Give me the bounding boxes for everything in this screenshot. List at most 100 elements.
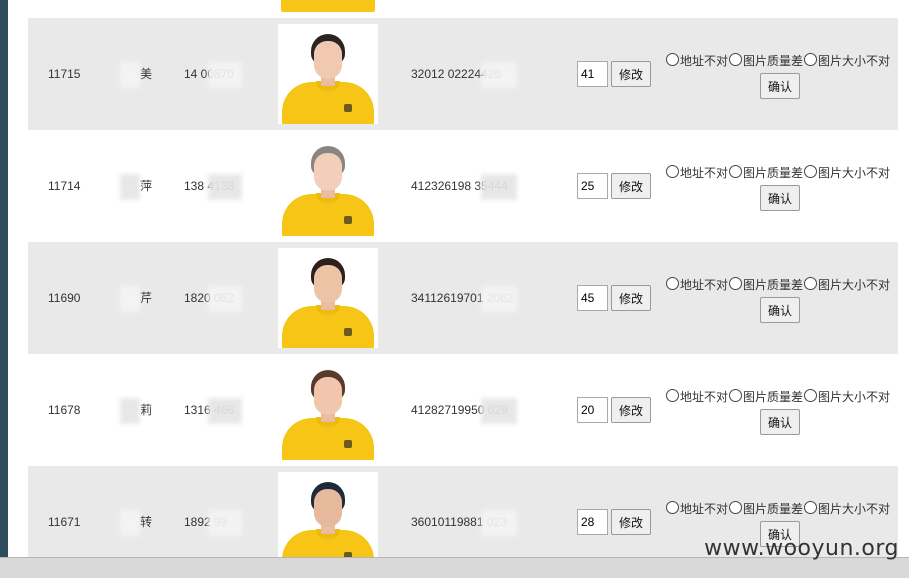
redaction-mask bbox=[208, 398, 242, 424]
radio-icon[interactable] bbox=[804, 501, 818, 514]
option-address-wrong[interactable]: 地址不对 bbox=[666, 164, 728, 181]
reject-reason-options: 地址不对 图片质量差 图片大小不对 bbox=[666, 164, 891, 181]
person-name: 莉 bbox=[120, 354, 160, 466]
person-name: 萍 bbox=[120, 130, 160, 242]
score-input[interactable] bbox=[577, 397, 608, 423]
radio-icon[interactable] bbox=[804, 53, 818, 66]
confirm-cell: 确认 bbox=[760, 185, 801, 211]
table-row: 11678 莉 1316 466 41282719950 029 bbox=[28, 354, 898, 466]
edit-cell: 修改 bbox=[611, 61, 652, 87]
redaction-mask bbox=[120, 174, 140, 200]
radio-icon[interactable] bbox=[804, 277, 818, 290]
person-portrait bbox=[278, 360, 378, 460]
option-poor-quality[interactable]: 图片质量差 bbox=[729, 52, 803, 69]
person-name: 美 bbox=[120, 18, 160, 130]
staff-photo bbox=[278, 24, 378, 124]
person-portrait bbox=[278, 248, 378, 348]
radio-icon[interactable] bbox=[729, 53, 743, 66]
edit-button[interactable]: 修改 bbox=[611, 173, 652, 199]
uniform-logo-icon bbox=[344, 216, 352, 224]
confirm-button[interactable]: 确认 bbox=[760, 409, 801, 435]
redaction-mask bbox=[481, 286, 517, 312]
score-field bbox=[577, 61, 608, 87]
radio-icon[interactable] bbox=[666, 389, 679, 402]
edit-button[interactable]: 修改 bbox=[611, 61, 652, 87]
score-input[interactable] bbox=[577, 173, 608, 199]
edit-button[interactable]: 修改 bbox=[611, 509, 652, 535]
redaction-mask bbox=[208, 62, 242, 88]
radio-icon[interactable] bbox=[666, 501, 679, 514]
score-field bbox=[577, 285, 608, 311]
radio-icon[interactable] bbox=[666, 277, 679, 290]
record-id: 11714 bbox=[48, 179, 81, 193]
option-wrong-size[interactable]: 图片大小不对 bbox=[804, 388, 890, 405]
confirm-cell: 确认 bbox=[760, 409, 801, 435]
name-text: 莉 bbox=[140, 403, 153, 417]
confirm-button[interactable]: 确认 bbox=[760, 297, 801, 323]
option-address-wrong[interactable]: 地址不对 bbox=[666, 52, 728, 69]
redaction-mask bbox=[481, 398, 517, 424]
redaction-mask bbox=[120, 286, 140, 312]
score-input[interactable] bbox=[577, 61, 608, 87]
confirm-button[interactable]: 确认 bbox=[760, 73, 801, 99]
record-id: 11678 bbox=[48, 403, 81, 417]
option-poor-quality[interactable]: 图片质量差 bbox=[729, 500, 803, 517]
table-row: 11690 芹 1820 052 34112619701 2062 bbox=[28, 242, 898, 354]
radio-icon[interactable] bbox=[729, 277, 743, 290]
score-field bbox=[577, 397, 608, 423]
edit-button[interactable]: 修改 bbox=[611, 285, 652, 311]
redaction-mask bbox=[208, 174, 242, 200]
radio-icon[interactable] bbox=[804, 389, 818, 402]
edit-cell: 修改 bbox=[611, 173, 652, 199]
option-poor-quality[interactable]: 图片质量差 bbox=[729, 276, 803, 293]
radio-icon[interactable] bbox=[804, 165, 818, 178]
radio-icon[interactable] bbox=[729, 501, 743, 514]
option-wrong-size[interactable]: 图片大小不对 bbox=[804, 52, 890, 69]
table-row: 11714 萍 138 4138 412326198 35444 bbox=[28, 130, 898, 242]
confirm-button[interactable]: 确认 bbox=[760, 185, 801, 211]
face bbox=[314, 265, 342, 303]
option-address-wrong[interactable]: 地址不对 bbox=[666, 500, 728, 517]
radio-icon[interactable] bbox=[729, 389, 743, 402]
id-card-number: 32012 02224426 bbox=[411, 18, 517, 130]
reject-reason-options: 地址不对 图片质量差 图片大小不对 bbox=[666, 388, 891, 405]
edit-button[interactable]: 修改 bbox=[611, 397, 652, 423]
option-poor-quality[interactable]: 图片质量差 bbox=[729, 164, 803, 181]
score-field bbox=[577, 173, 608, 199]
option-wrong-size[interactable]: 图片大小不对 bbox=[804, 500, 890, 517]
staff-photo bbox=[278, 360, 378, 460]
name-text: 美 bbox=[140, 67, 153, 81]
score-input[interactable] bbox=[577, 509, 608, 535]
face bbox=[314, 41, 342, 79]
option-address-wrong[interactable]: 地址不对 bbox=[666, 388, 728, 405]
face bbox=[314, 489, 342, 527]
redaction-mask bbox=[120, 398, 140, 424]
redaction-mask bbox=[208, 510, 242, 536]
option-wrong-size[interactable]: 图片大小不对 bbox=[804, 276, 890, 293]
confirm-cell: 确认 bbox=[760, 297, 801, 323]
reject-reason-options: 地址不对 图片质量差 图片大小不对 bbox=[666, 500, 891, 517]
phone-number: 1316 466 bbox=[184, 354, 242, 466]
id-card-number: 41282719950 029 bbox=[411, 354, 517, 466]
left-sidebar-edge bbox=[0, 0, 8, 557]
score-input[interactable] bbox=[577, 285, 608, 311]
reject-reason-options: 地址不对 图片质量差 图片大小不对 bbox=[666, 52, 891, 69]
radio-icon[interactable] bbox=[666, 53, 679, 66]
table-row: 11715 美 14 00870 32012 02224426 bbox=[28, 18, 898, 130]
uniform-logo-icon bbox=[344, 328, 352, 336]
reject-reason-options: 地址不对 图片质量差 图片大小不对 bbox=[666, 276, 891, 293]
record-id: 11690 bbox=[48, 291, 81, 305]
radio-icon[interactable] bbox=[666, 165, 679, 178]
redaction-mask bbox=[481, 510, 517, 536]
id-card-number: 34112619701 2062 bbox=[411, 242, 517, 354]
option-wrong-size[interactable]: 图片大小不对 bbox=[804, 164, 890, 181]
staff-photo bbox=[278, 136, 378, 236]
redaction-mask bbox=[120, 510, 140, 536]
uniform-logo-icon bbox=[344, 104, 352, 112]
radio-icon[interactable] bbox=[729, 165, 743, 178]
person-name: 芹 bbox=[120, 242, 160, 354]
name-text: 萍 bbox=[140, 179, 153, 193]
option-poor-quality[interactable]: 图片质量差 bbox=[729, 388, 803, 405]
review-table: 11715 美 14 00870 32012 02224426 bbox=[28, 18, 898, 578]
option-address-wrong[interactable]: 地址不对 bbox=[666, 276, 728, 293]
